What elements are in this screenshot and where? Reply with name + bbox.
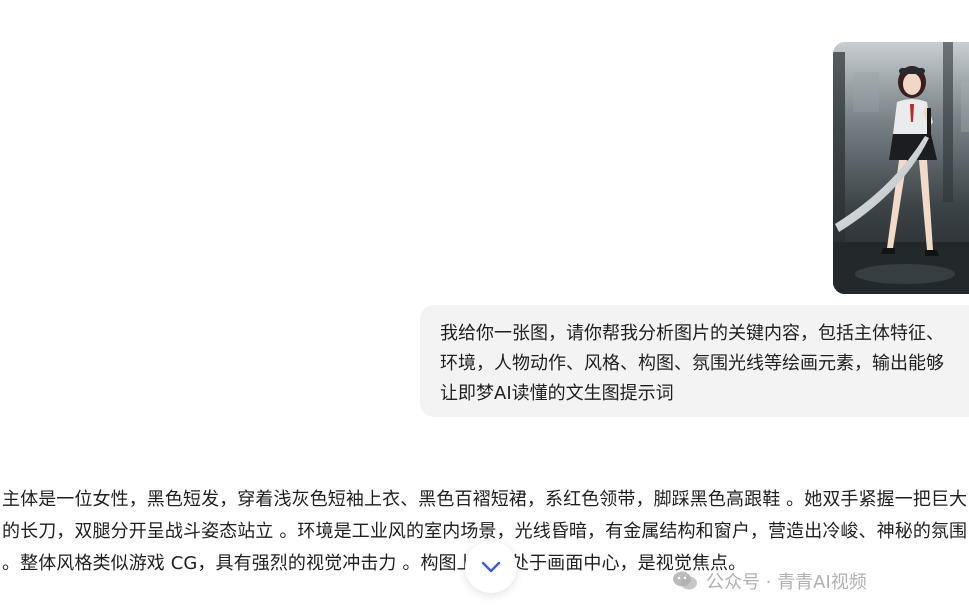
chevron-down-icon bbox=[481, 561, 501, 573]
user-message-text: 我给你一张图，请你帮我分析图片的关键内容，包括主体特征、环境，人物动作、风格、构… bbox=[440, 323, 944, 404]
chat-page: 我给你一张图，请你帮我分析图片的关键内容，包括主体特征、环境，人物动作、风格、构… bbox=[0, 0, 969, 616]
user-uploaded-image[interactable] bbox=[833, 42, 969, 294]
scroll-to-bottom-button[interactable] bbox=[465, 541, 517, 593]
anime-swordswoman-illustration bbox=[833, 42, 969, 294]
user-message-bubble: 我给你一张图，请你帮我分析图片的关键内容，包括主体特征、环境，人物动作、风格、构… bbox=[420, 305, 969, 417]
